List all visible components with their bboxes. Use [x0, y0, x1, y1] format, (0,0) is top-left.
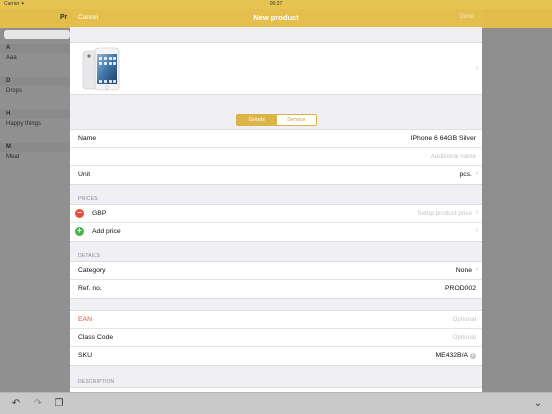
segment-service[interactable]: Service — [277, 115, 317, 125]
product-image — [82, 47, 120, 91]
ref-no-row[interactable]: Ref. no. PROD002 — [70, 280, 482, 298]
background-search-input — [4, 30, 70, 39]
description-section-header: DESCRIPTION — [78, 379, 115, 385]
background-section-header: M — [0, 143, 70, 152]
category-value: None — [455, 267, 472, 274]
sku-label: SKU — [78, 352, 92, 359]
unit-row[interactable]: Unit pcs. › — [70, 166, 482, 184]
new-product-modal: Cancel New product Done › Goods Service … — [70, 9, 482, 392]
chevron-right-icon: › — [475, 170, 478, 177]
name-value[interactable]: IPhone 6 64GB Silver — [411, 135, 476, 142]
product-price-field[interactable]: Setup product price — [417, 210, 472, 217]
name-row[interactable]: Name IPhone 6 64GB Silver — [70, 130, 482, 148]
class-code-row[interactable]: Class Code Optional — [70, 329, 482, 347]
background-title: Pr — [60, 14, 68, 21]
ean-row[interactable]: EAN Optional — [70, 311, 482, 329]
ref-no-value[interactable]: PROD002 — [445, 285, 476, 292]
add-price-label: Add price — [92, 228, 121, 235]
class-code-label: Class Code — [78, 334, 114, 341]
details-group: Category None › Ref. no. PROD002 — [70, 261, 482, 299]
background-detail-pane — [482, 28, 552, 390]
background-section-header: D — [0, 77, 70, 86]
class-code-field[interactable]: Optional — [453, 334, 476, 341]
background-list-item: Drops — [6, 88, 23, 94]
background-list-item: Aaa — [6, 55, 17, 61]
background-list-item: Meat — [6, 154, 20, 160]
additional-name-field[interactable]: Additional name — [431, 153, 476, 160]
background-section-header: A — [0, 44, 70, 53]
ean-label: EAN — [78, 316, 92, 323]
prices-group: − GBP Setup product price › + Add price … — [70, 204, 482, 242]
unit-value: pcs. — [459, 171, 472, 178]
sku-row[interactable]: SKU ME432B/A × — [70, 347, 482, 365]
undo-icon[interactable]: ↶ — [10, 398, 22, 410]
product-photo-row[interactable]: › — [70, 42, 482, 95]
background-section-header: H — [0, 110, 70, 119]
category-label: Category — [78, 267, 106, 274]
add-price-icon[interactable]: + — [75, 227, 84, 236]
remove-price-icon[interactable]: − — [75, 209, 84, 218]
bottom-toolbar: ↶ ↷ ❐ ⌄ — [0, 392, 552, 414]
category-row[interactable]: Category None › — [70, 262, 482, 280]
segment-goods[interactable]: Goods — [237, 115, 277, 125]
redo-icon[interactable]: ↷ — [32, 398, 44, 410]
details-section-header: DETAILS — [78, 253, 100, 259]
unit-label: Unit — [78, 171, 91, 178]
add-price-row[interactable]: + Add price › — [70, 223, 482, 241]
name-label: Name — [78, 135, 97, 142]
ean-field[interactable]: Optional — [453, 316, 476, 323]
name-unit-group: Name IPhone 6 64GB Silver Additional nam… — [70, 129, 482, 185]
codes-group: EAN Optional Class Code Optional SKU ME4… — [70, 310, 482, 366]
status-time: 06:37 — [269, 1, 283, 7]
chevron-right-icon: › — [475, 266, 478, 273]
modal-nav-bar: Cancel New product Done — [70, 9, 482, 27]
ref-no-label: Ref. no. — [78, 285, 102, 292]
product-type-segment: Goods Service — [236, 114, 317, 126]
sku-value[interactable]: ME432B/A — [436, 352, 469, 359]
chevron-right-icon: › — [475, 209, 478, 216]
chevron-right-icon: › — [475, 65, 478, 72]
modal-title: New product — [253, 13, 299, 22]
additional-name-row[interactable]: Additional name — [70, 148, 482, 166]
clear-icon[interactable]: × — [470, 353, 476, 359]
currency-label: GBP — [92, 210, 107, 217]
copy-icon[interactable]: ❐ — [53, 398, 65, 410]
background-list-item: Happy things — [6, 121, 42, 127]
chevron-right-icon: › — [475, 227, 478, 234]
background-product-list: A Aaa D Drops H Happy things M Meat — [0, 40, 70, 390]
done-button[interactable]: Done — [460, 14, 474, 20]
price-row-gbp[interactable]: − GBP Setup product price › — [70, 205, 482, 223]
prices-section-header: PRICES — [78, 196, 98, 202]
chevron-down-icon[interactable]: ⌄ — [532, 398, 544, 410]
status-bar: Carrier ✈ 06:37 — [0, 0, 552, 9]
